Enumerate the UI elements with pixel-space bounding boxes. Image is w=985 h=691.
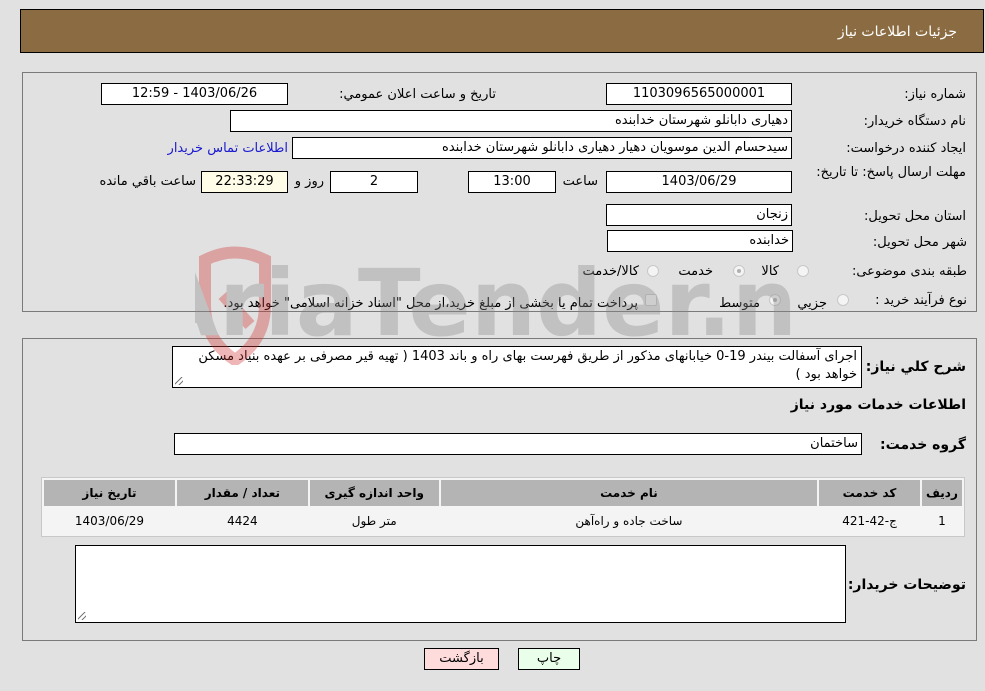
buyer-org-label: نام دستگاه خریدار: (863, 114, 966, 129)
service-group-field[interactable]: ساختمان (174, 433, 862, 455)
cell-service-name: ساخت جاده و راه‌آهن (440, 508, 818, 534)
remaining-label: ساعت باقي مانده (99, 174, 196, 189)
col-need-date: تاریخ نیاز (44, 480, 175, 506)
cell-quantity: 4424 (176, 508, 308, 534)
col-service-code: کد خدمت (819, 480, 920, 506)
buyer-org-field[interactable]: دهیاری دابانلو شهرستان خدابنده (230, 110, 792, 132)
days-remaining-field[interactable]: 2 (330, 171, 418, 193)
treasury-checkbox[interactable] (645, 294, 657, 306)
treasury-note: پرداخت تمام یا بخشی از مبلغ خرید،از محل … (223, 296, 638, 311)
col-row-number: ردیف (921, 480, 962, 506)
process-radio-minor[interactable] (837, 294, 849, 306)
category-radio-goods-service[interactable] (647, 265, 659, 277)
category-radio-goods[interactable] (797, 265, 809, 277)
process-radio-medium[interactable] (769, 294, 781, 306)
category-radio-service[interactable] (733, 265, 745, 277)
category-label: طبقه بندی موضوعی: (851, 264, 967, 279)
cell-row-number: 1 (921, 508, 962, 534)
cell-unit: متر طول (309, 508, 439, 534)
deadline-label: مهلت ارسال پاسخ: تا تاریخ: (816, 165, 966, 180)
table-header-row: ردیف کد خدمت نام خدمت واحد اندازه گیری ت… (44, 480, 962, 506)
col-service-name: نام خدمت (440, 480, 818, 506)
remaining-time-field[interactable]: 22:33:29 (201, 171, 288, 193)
deadline-time-field[interactable]: 13:00 (468, 171, 556, 193)
category-option-goods: کالا (761, 264, 779, 279)
buyer-contact-link[interactable]: اطلاعات تماس خریدار (168, 141, 288, 156)
page-title: جزئیات اطلاعات نیاز (837, 24, 957, 40)
description-text: اجرای آسفالت بیندر 19-0 خیابانهای مذکور … (198, 349, 857, 382)
buyer-notes-textarea[interactable] (75, 545, 846, 623)
print-button[interactable]: چاپ (518, 648, 580, 670)
process-option-minor: جزيي (797, 296, 827, 311)
category-option-goods-service: کالا/خدمت (582, 264, 639, 279)
page-header: جزئیات اطلاعات نیاز (20, 9, 984, 53)
province-field[interactable]: زنجان (606, 204, 792, 226)
col-unit: واحد اندازه گیری (309, 480, 439, 506)
col-quantity: تعداد / مقدار (176, 480, 308, 506)
city-label: شهر محل تحویل: (872, 235, 967, 250)
category-option-service: خدمت (678, 264, 713, 279)
description-label: شرح کلي نیاز: (865, 359, 966, 375)
services-table: ردیف کد خدمت نام خدمت واحد اندازه گیری ت… (41, 477, 965, 537)
services-heading: اطلاعات خدمات مورد نیاز (790, 397, 966, 413)
days-label: روز و (294, 174, 324, 189)
back-button[interactable]: بازگشت (424, 648, 499, 670)
city-field[interactable]: خدابنده (607, 230, 793, 252)
need-number-label: شماره نیاز: (904, 87, 966, 102)
creator-field[interactable]: سیدحسام الدین موسویان دهیار دهیاری دابان… (292, 137, 792, 159)
cell-need-date: 1403/06/29 (44, 508, 175, 534)
province-label: استان محل تحویل: (864, 209, 966, 224)
need-details-panel: شرح کلي نیاز: اجرای آسفالت بیندر 19-0 خی… (22, 338, 977, 641)
buyer-notes-label: توضیحات خریدار: (847, 577, 966, 593)
process-label: نوع فرآیند خرید : (875, 293, 967, 308)
table-row: 1 ج-42-421 ساخت جاده و راه‌آهن متر طول 4… (44, 508, 962, 534)
resize-grip-icon[interactable] (78, 612, 86, 620)
resize-grip-icon[interactable] (175, 377, 183, 385)
announce-label: تاریخ و ساعت اعلان عمومي: (339, 87, 496, 102)
cell-service-code: ج-42-421 (819, 508, 920, 534)
process-option-medium: متوسط (719, 296, 760, 311)
need-number-field[interactable]: 1103096565000001 (606, 83, 792, 105)
need-info-panel: شماره نیاز: 1103096565000001 تاریخ و ساع… (22, 72, 977, 312)
creator-label: ایجاد کننده درخواست: (846, 141, 966, 156)
time-label: ساعت (562, 174, 598, 189)
service-group-label: گروه خدمت: (880, 437, 966, 453)
deadline-date-field[interactable]: 1403/06/29 (606, 171, 792, 193)
description-textarea[interactable]: اجرای آسفالت بیندر 19-0 خیابانهای مذکور … (172, 346, 862, 388)
announce-datetime-field[interactable]: 1403/06/26 - 12:59 (101, 83, 288, 105)
